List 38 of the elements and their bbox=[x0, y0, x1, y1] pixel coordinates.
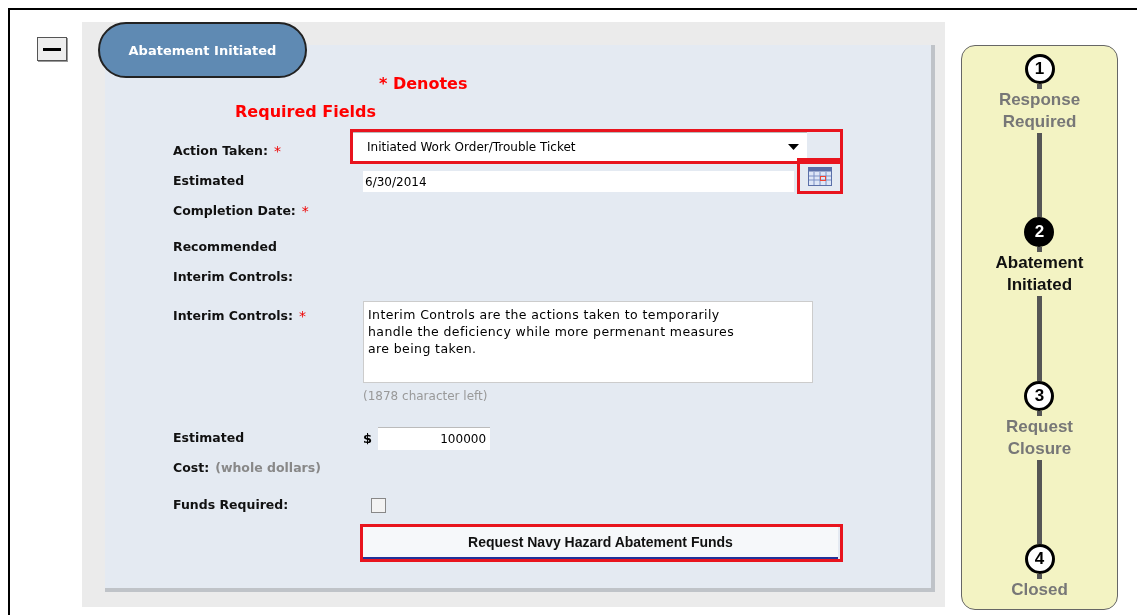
field-label: Interim Controls: bbox=[173, 268, 293, 286]
step-number: 1 bbox=[1024, 54, 1055, 84]
field-hint: (whole dollars) bbox=[215, 459, 321, 477]
step-label: Closed bbox=[1011, 579, 1068, 601]
field-label: Completion Date: bbox=[173, 202, 296, 220]
checkbox[interactable] bbox=[371, 498, 386, 513]
step-label: Response bbox=[998, 89, 1081, 111]
step-label: Closure bbox=[1007, 437, 1072, 460]
field-label: Estimated bbox=[173, 429, 245, 447]
character-counter: (1878 character left) bbox=[363, 389, 488, 403]
step-number: 2 bbox=[1024, 217, 1055, 248]
required-mark: * bbox=[298, 307, 306, 326]
calendar-icon[interactable] bbox=[808, 166, 832, 186]
field-label: Action Taken: bbox=[173, 142, 268, 160]
step-label: Initiated bbox=[1006, 274, 1073, 297]
step-number: 4 bbox=[1024, 544, 1055, 574]
field-label: Estimated bbox=[173, 172, 245, 190]
field-label: Interim Controls: bbox=[173, 307, 293, 325]
field-label: Recommended bbox=[173, 238, 277, 256]
caret-icon bbox=[788, 144, 799, 150]
currency-symbol: $ bbox=[363, 431, 373, 446]
date-field[interactable]: 6/30/2014 bbox=[363, 171, 794, 192]
required-mark: * bbox=[301, 202, 309, 221]
step-label: Required bbox=[1002, 111, 1077, 133]
field-label: Funds Required: bbox=[173, 496, 289, 514]
required-mark: * bbox=[273, 142, 281, 161]
interim-controls-field[interactable]: Interim Controls are the actions taken to temporarily handle the deficiency while more permenant measures are being taken. bbox=[363, 301, 813, 383]
step-label: Request bbox=[1005, 415, 1074, 438]
cost-field[interactable]: 100000 bbox=[378, 427, 491, 450]
required-note: Required Fields bbox=[235, 101, 376, 123]
collapse-button[interactable] bbox=[37, 37, 67, 61]
request-funds-button[interactable]: Request Navy Hazard Abatement Funds bbox=[363, 527, 838, 559]
step-number: 3 bbox=[1024, 380, 1055, 411]
minus-icon bbox=[43, 47, 61, 51]
field-label: Cost: bbox=[173, 459, 210, 477]
step-label: Abatement bbox=[995, 252, 1084, 275]
dropdown[interactable]: Initiated Work Order/Trouble Ticket bbox=[353, 132, 807, 161]
required-note: * Denotes bbox=[379, 73, 468, 95]
